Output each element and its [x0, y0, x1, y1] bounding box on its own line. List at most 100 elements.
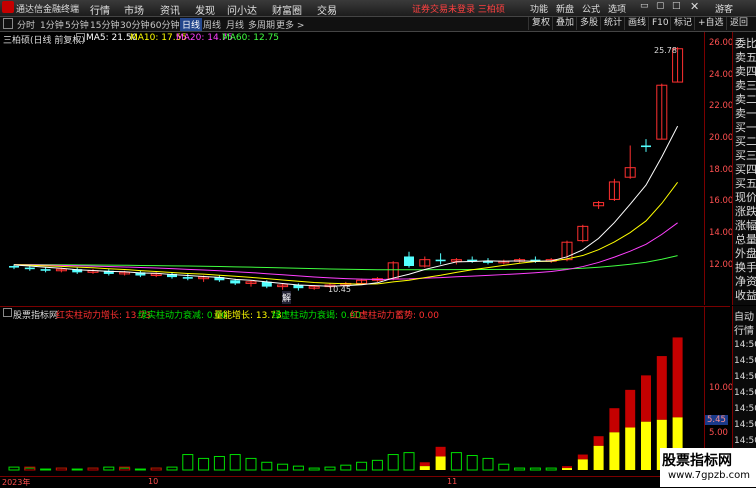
menu-market[interactable]: 市场 — [124, 2, 144, 17]
period-multi[interactable]: 多周期 — [248, 18, 275, 31]
period-daily[interactable]: 日线 — [180, 18, 203, 31]
bar-volume-growth — [419, 466, 430, 470]
bar-green-hollow — [387, 454, 399, 471]
bar-green-hollow — [356, 461, 368, 471]
price-tick: 14.00 — [709, 228, 734, 238]
unlock-marker[interactable]: 解 — [282, 291, 292, 304]
candle-body-down — [182, 277, 193, 279]
bar-red-solid — [562, 466, 572, 469]
tick-time: 14:50 — [734, 372, 756, 382]
bar-volume-growth — [562, 468, 572, 470]
period-more[interactable]: 更多 > — [276, 18, 304, 31]
bar-green-hollow — [292, 465, 304, 471]
side-auto[interactable]: 自动 — [734, 308, 754, 323]
period-weekly[interactable]: 周线 — [203, 18, 221, 31]
quote-side-panel: 委比 卖五 卖四 卖三 卖二 卖一 买一 买二 买三 买四 买五 现价 涨跌 涨… — [732, 32, 756, 305]
btn-overlay[interactable]: 叠加 — [552, 17, 577, 30]
user-guest[interactable]: 游客 — [715, 2, 733, 15]
menu-function[interactable]: 功能 — [530, 2, 548, 15]
bar-red-solid — [609, 408, 620, 433]
menu-discover[interactable]: 发现 — [195, 2, 215, 17]
ma5-line — [13, 125, 679, 287]
price-tick: 20.00 — [709, 133, 734, 143]
indicator-tick: 5.00 — [709, 428, 728, 438]
bar-red-solid — [672, 337, 683, 418]
period-15min[interactable]: 15分钟 — [90, 18, 119, 31]
bar-green-hollow — [277, 463, 289, 471]
menu-wealth[interactable]: 财富圈 — [272, 2, 302, 17]
settings-box-icon[interactable] — [76, 33, 85, 42]
btn-adjust[interactable]: 复权 — [528, 17, 553, 30]
tick-time: 14:50 — [734, 388, 756, 398]
btn-back[interactable]: 返回 — [726, 17, 751, 30]
bar-red-solid — [593, 436, 604, 446]
bar-green-hollow — [134, 468, 146, 471]
candle-body-down — [9, 266, 19, 268]
menu-options[interactable]: 选项 — [608, 2, 626, 15]
minimize-icon[interactable]: ▭ — [640, 1, 649, 11]
price-tick: 26.00 — [709, 38, 734, 48]
bar-volume-growth — [577, 459, 588, 470]
ma60-label: MA60: 12.75 — [222, 33, 280, 43]
price-tick: 16.00 — [709, 196, 734, 206]
menu-formula[interactable]: 公式 — [582, 2, 600, 15]
period-5min[interactable]: 5分钟 — [65, 18, 89, 31]
app-logo-icon — [2, 1, 14, 13]
menu-news[interactable]: 资讯 — [160, 2, 180, 17]
bar-green-hollow — [324, 466, 336, 471]
indicator-chart[interactable] — [0, 318, 704, 476]
period-60min[interactable]: 60分钟 — [150, 18, 179, 31]
kline-chart[interactable] — [0, 44, 704, 305]
btn-mark[interactable]: 标记 — [670, 17, 695, 30]
bar-green-hollow — [198, 457, 210, 471]
bar-red-solid — [577, 454, 588, 460]
bar-volume-growth — [609, 432, 620, 470]
bar-green-hollow — [213, 455, 225, 471]
menu-trade[interactable]: 交易 — [317, 2, 337, 17]
tick-time: 14:50 — [734, 340, 756, 350]
bar-green-hollow — [103, 466, 115, 471]
price-tick: 24.00 — [709, 70, 734, 80]
menu-wenxiaoda[interactable]: 问小达 — [227, 2, 257, 17]
menu-bar: 通达信金融终端 行情 市场 资讯 发现 问小达 财富圈 交易 证券交易未登录 三… — [0, 0, 756, 17]
side-quotes[interactable]: 行情 — [734, 322, 754, 337]
date-label: 11 — [447, 477, 458, 486]
bar-volume-growth — [435, 456, 446, 470]
btn-draw[interactable]: 画线 — [624, 17, 649, 30]
close-icon[interactable]: ✕ — [690, 0, 699, 13]
period-tick[interactable]: 分时 — [17, 18, 35, 31]
candle-body-down — [24, 267, 35, 270]
indicator-current-value: 5.45 — [705, 415, 728, 425]
bar-green-hollow — [403, 452, 415, 471]
btn-f10[interactable]: F10 — [648, 17, 672, 30]
bar-volume-growth — [625, 427, 636, 470]
watermark-url: www.7gpzb.com — [668, 470, 750, 481]
tick-time: 14:50 — [734, 436, 756, 446]
period-monthly[interactable]: 月线 — [226, 18, 244, 31]
indicator-tick: 10.00 — [709, 383, 734, 393]
btn-stats[interactable]: 统计 — [600, 17, 625, 30]
bar-red-solid — [641, 375, 651, 422]
menu-quotes[interactable]: 行情 — [90, 2, 110, 17]
bar-green-hollow — [71, 468, 83, 471]
btn-multi-stock[interactable]: 多股 — [576, 17, 601, 30]
bar-red-hollow — [150, 467, 162, 471]
period-30min[interactable]: 30分钟 — [120, 18, 149, 31]
bar-red-solid — [419, 462, 430, 467]
restore-icon[interactable]: ▢ — [656, 1, 665, 11]
price-axis: 26.00 24.00 22.00 20.00 18.00 16.00 14.0… — [704, 32, 733, 305]
period-1min[interactable]: 1分钟 — [40, 18, 64, 31]
toolbar-toggle-icon[interactable] — [3, 18, 13, 29]
tick-time: 14:50 — [734, 404, 756, 414]
low-price-label: 10.45 — [328, 285, 351, 294]
bar-red-solid — [625, 389, 636, 428]
bar-green-hollow — [245, 457, 257, 471]
bar-green-hollow — [340, 464, 352, 471]
indicator-settings-icon[interactable] — [3, 308, 12, 317]
bar-green-hollow — [166, 466, 178, 471]
btn-add-watchlist[interactable]: +自选 — [694, 17, 727, 30]
maximize-icon[interactable]: □ — [672, 1, 681, 11]
high-price-label: 25.78 — [654, 46, 677, 55]
menu-new-disk[interactable]: 新盘 — [556, 2, 574, 15]
login-notice: 证券交易未登录 三柏硕 — [412, 5, 505, 15]
